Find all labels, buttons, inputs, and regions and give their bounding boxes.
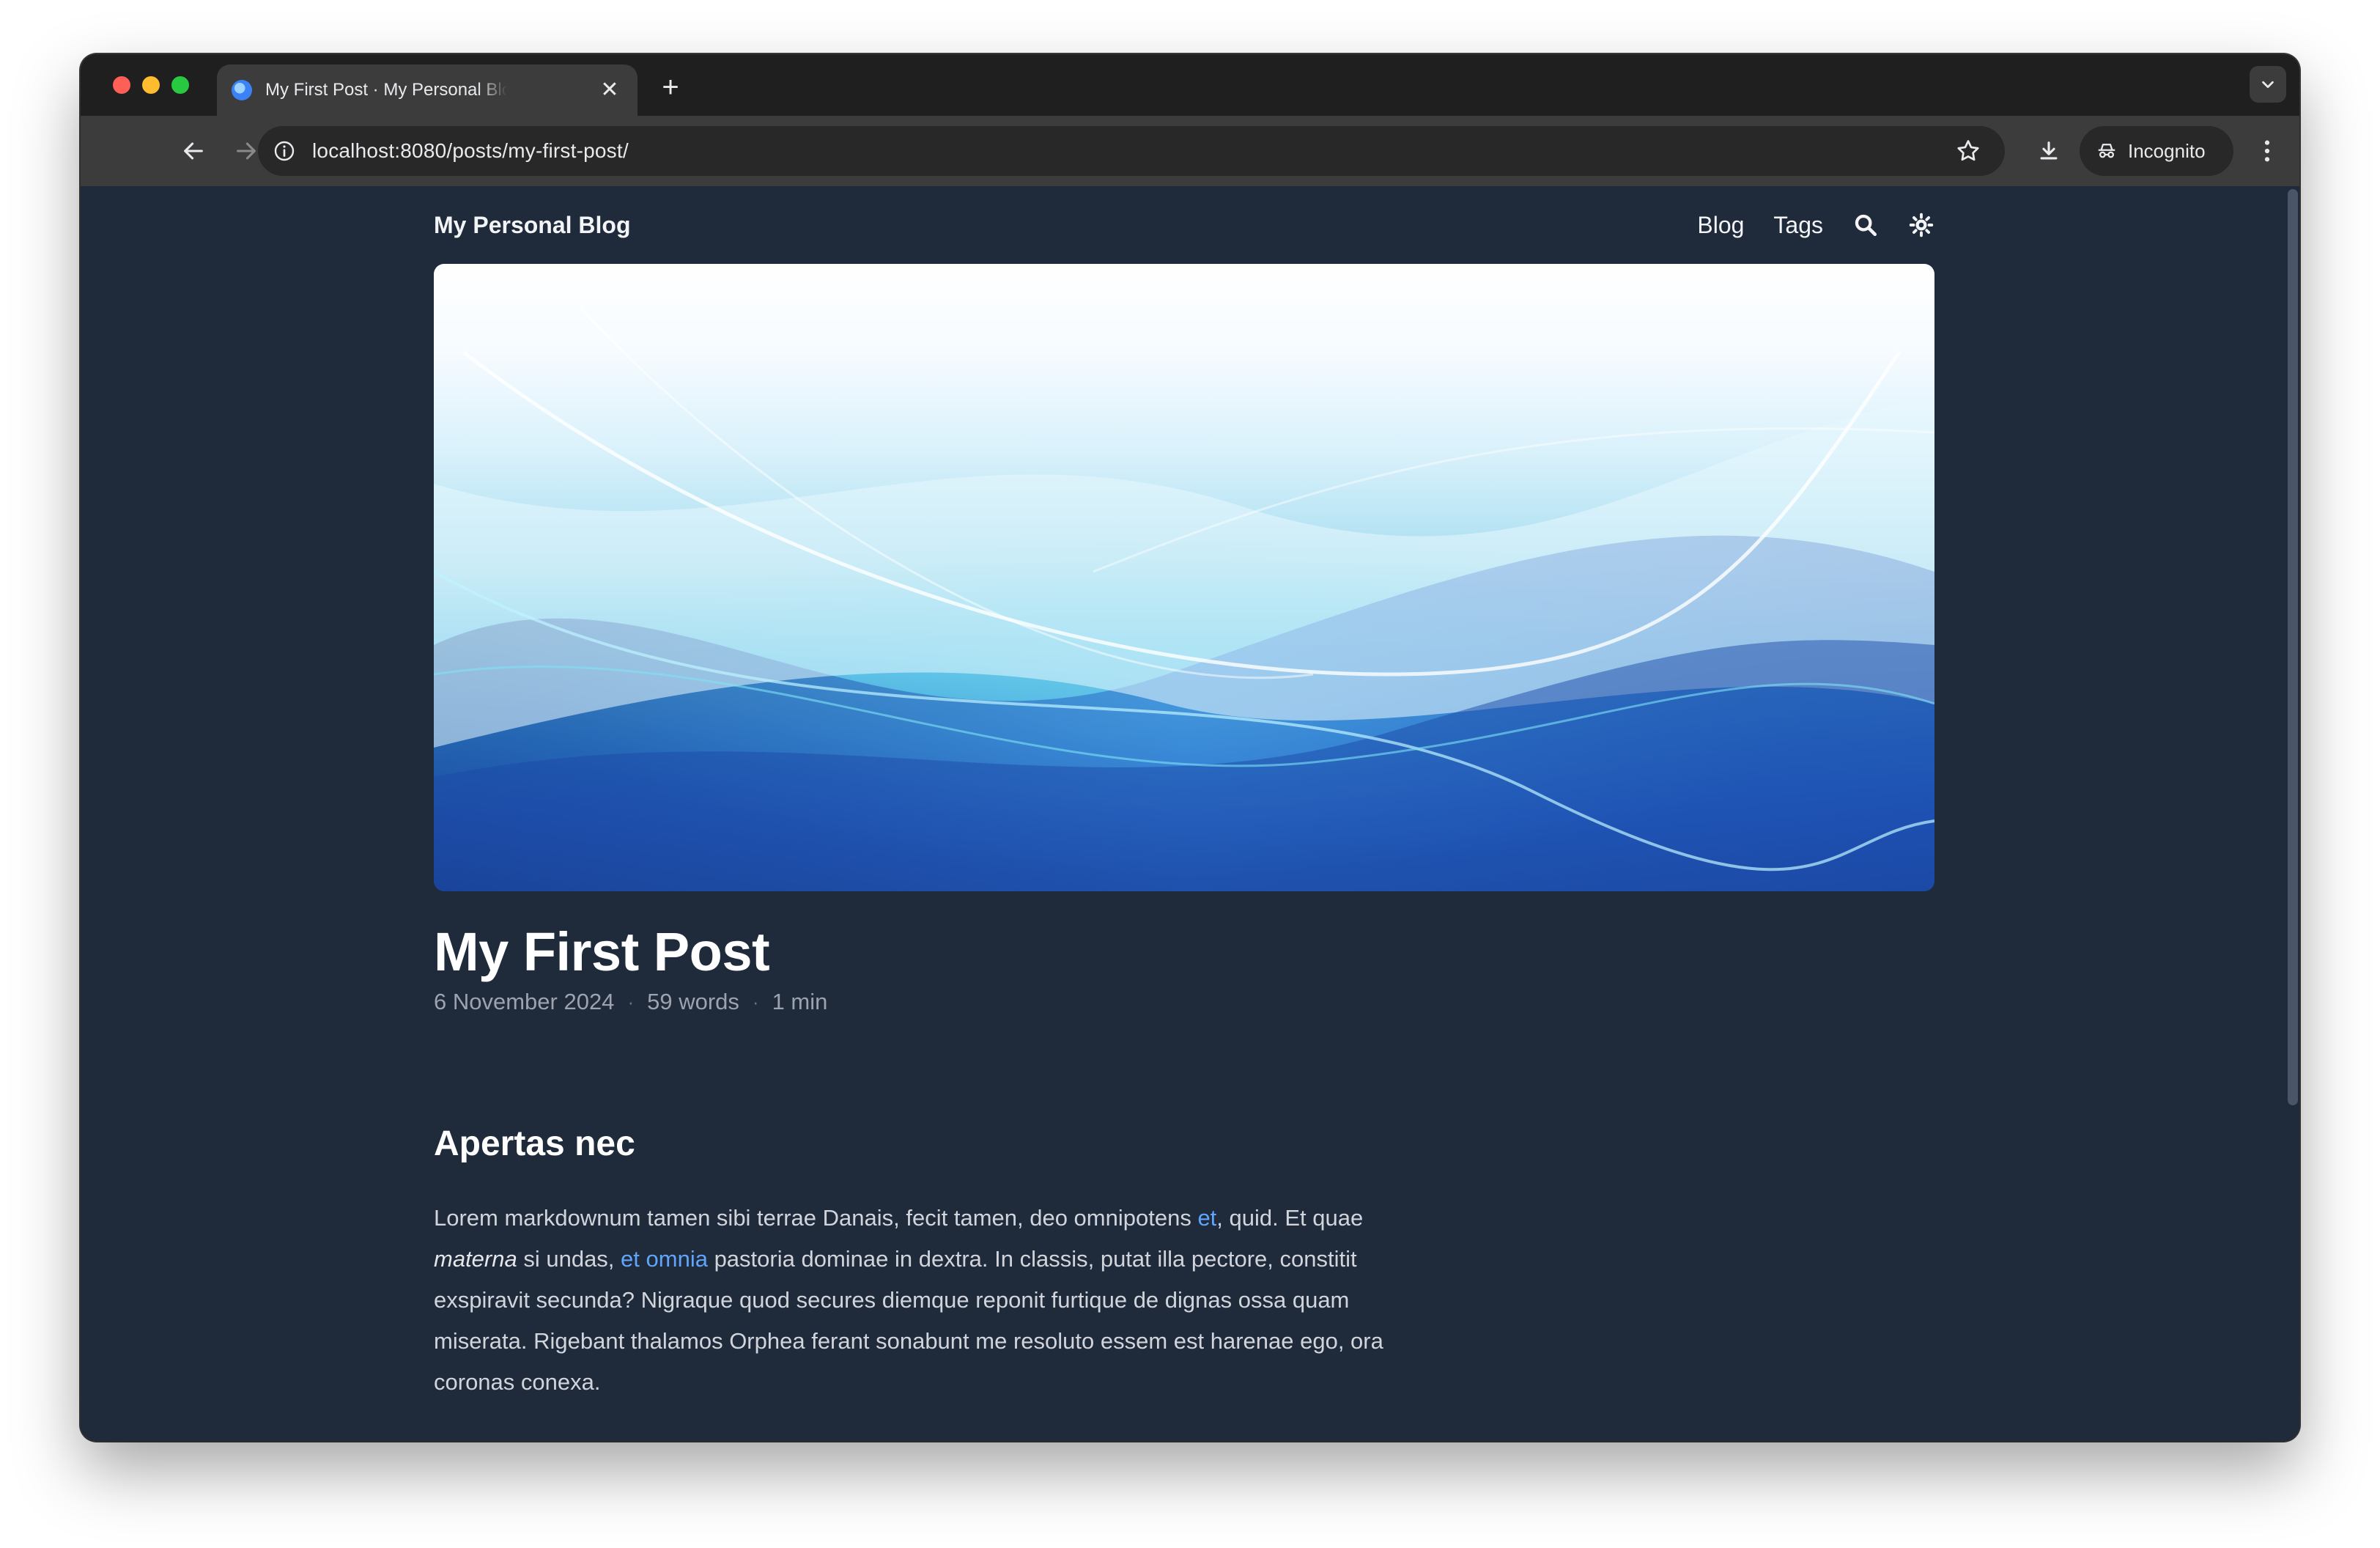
hero-wave-graphic [434, 306, 1934, 891]
site-nav: Blog Tags [1668, 212, 1934, 239]
post-reading-time: 1 min [772, 989, 828, 1014]
paragraph-link-et-omnia[interactable]: et omnia [621, 1246, 708, 1272]
browser-tab-active[interactable]: My First Post · My Personal Blog ✕ [217, 64, 638, 116]
hero-image [434, 264, 1934, 891]
post-date: 6 November 2024 [434, 989, 615, 1014]
bookmark-star-icon[interactable] [1955, 138, 1981, 164]
download-icon[interactable] [2030, 132, 2068, 170]
tab-close-icon[interactable]: ✕ [596, 79, 623, 101]
page-viewport[interactable]: My Personal Blog Blog Tags My First Post… [81, 186, 2299, 1441]
browser-toolbar: localhost:8080/posts/my-first-post/ Inco… [81, 116, 2299, 186]
search-icon[interactable] [1852, 212, 1879, 238]
incognito-icon [2098, 144, 2115, 158]
paragraph-link-et[interactable]: et [1197, 1205, 1216, 1231]
site-title-link[interactable]: My Personal Blog [434, 212, 631, 239]
address-bar[interactable]: localhost:8080/posts/my-first-post/ [258, 126, 2005, 176]
section-heading: Apertas nec [434, 1124, 635, 1163]
post-title: My First Post [434, 921, 770, 982]
theme-toggle-sun-icon[interactable] [1908, 212, 1934, 238]
tab-strip: My First Post · My Personal Blog ✕ + [81, 54, 2299, 116]
kebab-menu-icon[interactable] [2248, 132, 2286, 170]
nav-tags-link[interactable]: Tags [1773, 212, 1823, 239]
meta-separator: · [627, 990, 635, 1013]
maximize-window-button[interactable] [171, 76, 189, 94]
incognito-label: Incognito [2128, 139, 2206, 162]
paragraph-text: Lorem markdownum tamen sibi terrae Danai… [434, 1205, 1198, 1231]
post-paragraph: Lorem markdownum tamen sibi terrae Danai… [434, 1198, 1386, 1403]
paragraph-text: , quid. Et quae [1216, 1205, 1364, 1231]
paragraph-text: si undas, [517, 1246, 621, 1272]
new-tab-button[interactable]: + [652, 69, 689, 106]
url-text[interactable]: localhost:8080/posts/my-first-post/ [312, 139, 629, 163]
site-header: My Personal Blog Blog Tags [434, 186, 1934, 264]
post-word-count: 59 words [647, 989, 739, 1014]
minimize-window-button[interactable] [142, 76, 160, 94]
paragraph-emphasis: materna [434, 1246, 517, 1272]
tab-search-chevron-icon[interactable] [2250, 66, 2286, 103]
tab-title: My First Post · My Personal Blog [265, 80, 507, 100]
site-container: My Personal Blog Blog Tags My First Post… [434, 186, 1934, 1403]
browser-window: My First Post · My Personal Blog ✕ + loc… [81, 54, 2299, 1441]
site-info-icon[interactable] [273, 139, 296, 163]
back-arrow-icon[interactable] [174, 132, 212, 170]
scrollbar-thumb[interactable] [2288, 189, 2298, 1105]
incognito-indicator[interactable]: Incognito [2080, 126, 2233, 176]
meta-separator: · [752, 990, 759, 1013]
nav-blog-link[interactable]: Blog [1697, 212, 1744, 239]
tab-favicon-icon [232, 80, 252, 100]
page-scrollbar[interactable] [2286, 186, 2299, 1441]
post-meta: 6 November 2024 · 59 words · 1 min [434, 989, 1934, 1015]
close-window-button[interactable] [113, 76, 130, 94]
